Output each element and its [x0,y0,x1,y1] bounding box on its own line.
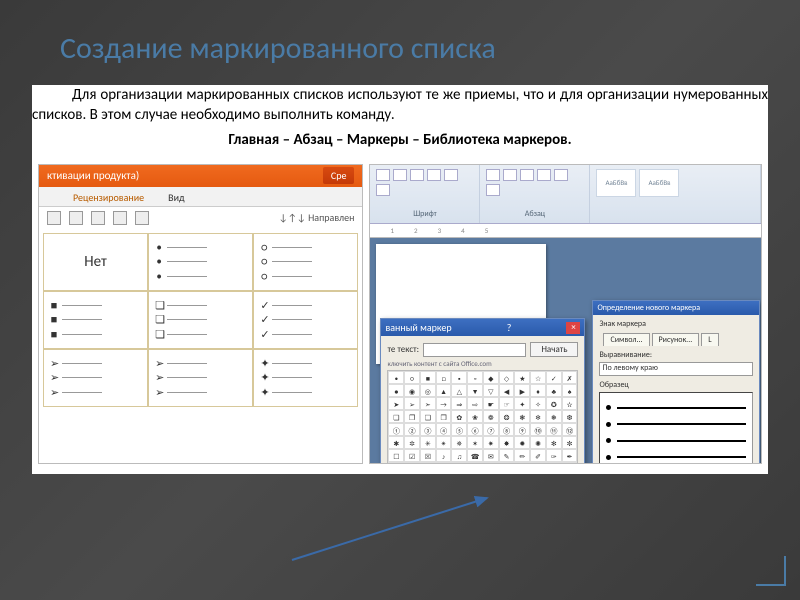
ribbon-paragraph-group: Абзац [480,165,590,224]
symbol-dialog: ванный маркер ? × те текст: Начать ключи… [380,318,585,464]
tab-picture[interactable]: Рисунок... [652,333,700,346]
word-window-screenshot: Шрифт Абзац [369,164,762,464]
corner-decoration [756,556,786,586]
menu-path: Главная – Абзац – Маркеры – Библиотека м… [32,130,768,150]
ribbon-styles-group: АаБбВв АаБбВв [590,165,761,224]
ribbon-font-group: Шрифт [370,165,480,224]
document-area: ванный маркер ? × те текст: Начать ключи… [370,238,761,463]
tab-review[interactable]: Рецензирование [69,189,148,206]
search-label: те текст: [387,344,419,355]
align-label: Выравнивание: [599,350,652,360]
numbering-icon[interactable] [69,211,83,225]
underline-icon[interactable] [444,169,458,181]
preview-label: Образец [599,380,753,390]
start-button[interactable]: Начать [530,342,578,357]
bullet-library-screenshot: ктивации продукта) Сре Рецензирование Ви… [38,164,363,464]
bullet-opt-square[interactable]: ■ ■ ■ [43,291,148,349]
bullet-opt-box[interactable]: ❏ ❏ ❏ [148,291,253,349]
slide-title: Создание маркированного списка [60,30,760,67]
marker-preview [599,392,753,464]
tab-view[interactable]: Вид [164,189,188,206]
tab-symbol[interactable]: Символ... [603,333,649,346]
align-left-icon[interactable] [520,169,534,181]
bullet-opt-circle[interactable]: ○ ○ ○ [253,233,358,291]
bullet-opt-diamond[interactable]: ✦ ✦ ✦ [253,349,358,407]
marker-dialog-title: Определение нового маркера [593,301,759,315]
font-icon[interactable] [376,169,390,181]
symbol-dialog-title: ванный маркер ? × [381,319,584,336]
align-right-icon[interactable] [554,169,568,181]
style-box-1[interactable]: АаБбВв [596,169,636,197]
arrow-annotation [282,490,502,570]
multilevel-icon[interactable] [91,211,105,225]
activation-text: ктивации продукта) [47,169,139,182]
spacing-icon[interactable] [486,184,500,196]
new-marker-dialog: Определение нового маркера Знак маркера … [592,300,760,464]
word-titlebar-orange: ктивации продукта) Сре [39,165,362,187]
office-hint: ключить контент с сайта Office.com [387,359,578,368]
indent-dec-icon[interactable] [113,211,127,225]
ruler: 12345 [370,224,761,238]
align-select[interactable]: По левому краю [599,362,753,376]
font-group-label: Шрифт [376,209,473,219]
bullet-opt-check[interactable]: ✓ ✓ ✓ [253,291,358,349]
ribbon-tabs: Рецензирование Вид [39,187,362,207]
indent-inc-icon[interactable] [135,211,149,225]
help-icon[interactable]: ? [507,321,512,334]
orange-button[interactable]: Сре [323,167,355,184]
tab-font[interactable]: L [701,333,718,346]
italic-icon[interactable] [427,169,441,181]
size-icon[interactable] [393,169,407,181]
paragraph-group-label: Абзац [486,209,583,219]
direction-label: ↓↑↓ Направлен [279,211,355,224]
style-box-2[interactable]: АаБбВв [639,169,679,197]
color-icon[interactable] [376,184,390,196]
bullets-ribbon-icon[interactable] [486,169,500,181]
screenshots-row: ктивации продукта) Сре Рецензирование Ви… [32,160,768,474]
marker-section-label: Знак маркера [599,319,753,329]
bold-icon[interactable] [410,169,424,181]
bullet-none[interactable]: Нет [43,233,148,291]
bullets-icon[interactable] [47,211,61,225]
bullet-opt-disc[interactable]: • • • [148,233,253,291]
numbering-ribbon-icon[interactable] [503,169,517,181]
align-center-icon[interactable] [537,169,551,181]
symbol-grid[interactable]: •○■□▪▫◆◇★☆✓✗ ●◉◎▲△▼▽◀▶♦♣♠ ➤➢➣→⇒⇨☛☞✦✧✪✫ ❏… [387,370,578,464]
bullet-opt-arrow1[interactable]: ➢ ➢ ➢ [43,349,148,407]
bullet-opt-arrow2[interactable]: ➢ ➢ ➢ [148,349,253,407]
list-toolbar: ↓↑↓ Направлен [39,207,362,229]
paragraph-text: Для организации маркированных списков ис… [32,85,768,126]
ribbon: Шрифт Абзац [370,165,761,225]
search-input[interactable] [423,343,526,357]
close-icon[interactable]: × [566,322,580,334]
content-box: Для организации маркированных списков ис… [32,85,768,474]
bullet-library-grid: Нет • • • ○ ○ ○ ■ ■ ■ [39,229,362,411]
